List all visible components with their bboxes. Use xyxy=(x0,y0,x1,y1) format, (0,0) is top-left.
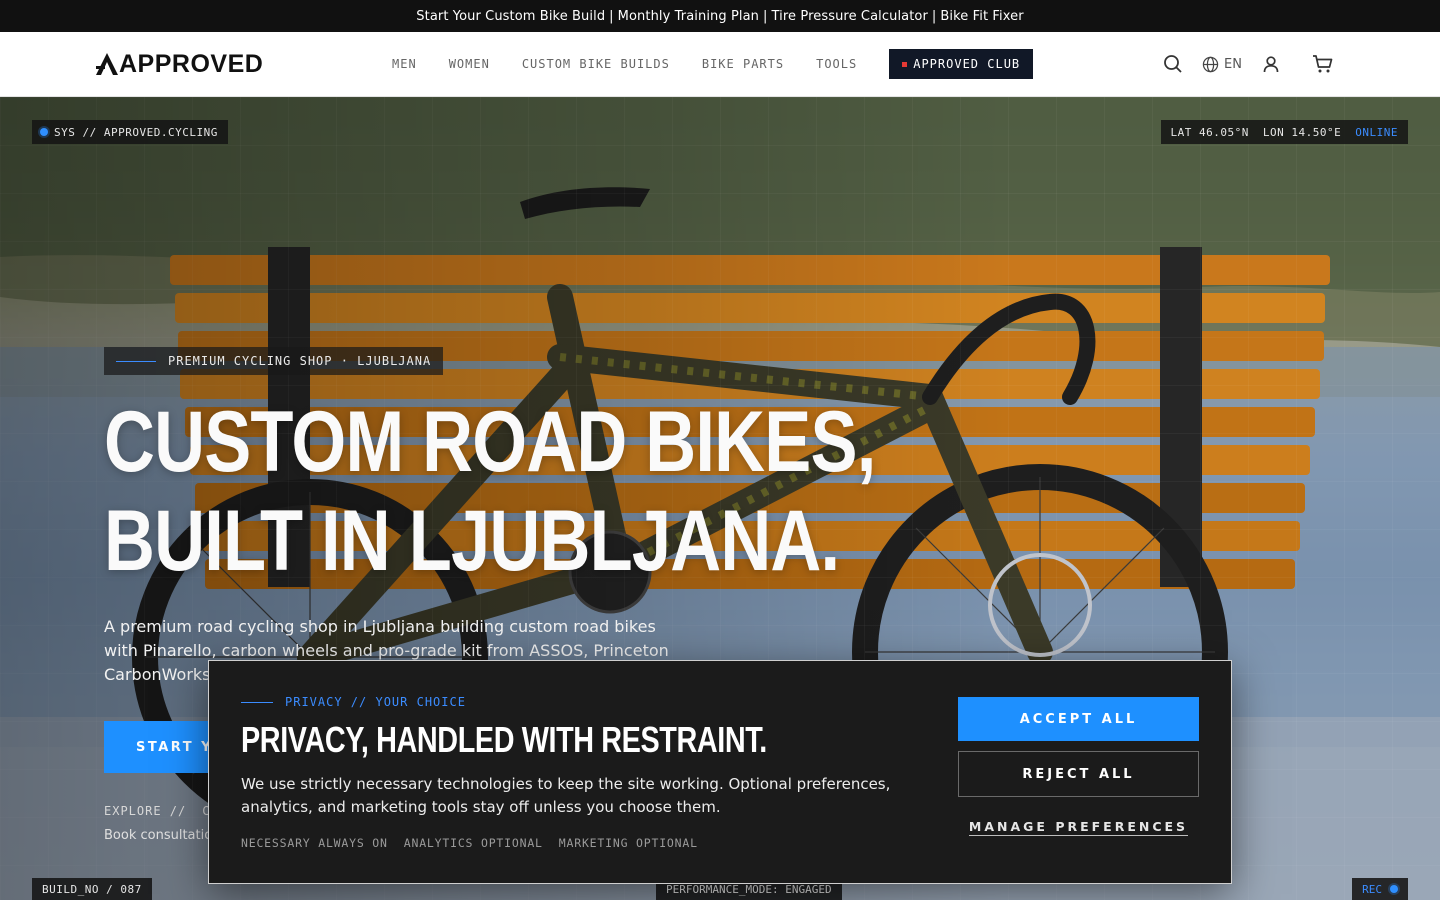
main-nav: MEN WOMEN CUSTOM BIKE BUILDS BIKE PARTS … xyxy=(392,32,1034,96)
announcement-separator: | xyxy=(763,8,768,24)
logo-mark-icon xyxy=(96,53,118,75)
hero-eyebrow: PREMIUM CYCLING SHOP · LJUBLJANA xyxy=(104,347,444,375)
system-label: SYS // APPROVED.CYCLING xyxy=(54,125,218,139)
logo[interactable]: APPROVED xyxy=(96,51,263,77)
cookie-eyebrow-line xyxy=(241,701,273,703)
eyebrow-line xyxy=(116,360,156,362)
geo-coordinates-chip: LAT 46.05°N LON 14.50°E ONLINE xyxy=(1160,120,1408,144)
nav-item-custom-bike-builds[interactable]: CUSTOM BIKE BUILDS xyxy=(522,57,670,71)
cookie-tag-analytics: ANALYTICS OPTIONAL xyxy=(403,836,543,850)
language-label: EN xyxy=(1224,56,1242,72)
rec-dot-icon xyxy=(1390,885,1398,893)
explore-links: EXPLORE // C xyxy=(104,804,210,818)
search-icon[interactable] xyxy=(1162,53,1184,75)
hero-eyebrow-text: PREMIUM CYCLING SHOP · LJUBLJANA xyxy=(168,354,432,368)
online-status: ONLINE xyxy=(1355,125,1398,139)
nav-item-men[interactable]: MEN xyxy=(392,57,417,71)
build-number-chip: BUILD_NO / 087 xyxy=(32,878,152,900)
cookie-tag-necessary: NECESSARY ALWAYS ON xyxy=(241,836,388,850)
nav-item-bike-parts[interactable]: BIKE PARTS xyxy=(702,57,784,71)
globe-icon xyxy=(1202,56,1219,72)
announcement-link-bike-fit[interactable]: Bike Fit Fixer xyxy=(939,9,1024,24)
cookie-consent-dialog: PRIVACY // YOUR CHOICE PRIVACY, HANDLED … xyxy=(208,660,1232,884)
cookie-tag-marketing: MARKETING OPTIONAL xyxy=(558,836,698,850)
system-status-chip: SYS // APPROVED.CYCLING xyxy=(32,120,228,144)
cookie-body: We use strictly necessary technologies t… xyxy=(241,775,891,816)
header-actions: EN xyxy=(1162,53,1334,75)
cookie-eyebrow: PRIVACY // YOUR CHOICE xyxy=(241,695,466,709)
longitude-label: LON 14.50°E xyxy=(1262,125,1342,139)
rec-label: REC xyxy=(1362,882,1382,896)
announcement-bar: Start Your Custom Bike Build | Monthly T… xyxy=(0,0,1440,32)
hero-title-line-2: BUILT IN LJUBLJANA. xyxy=(104,493,840,589)
nav-item-women[interactable]: WOMEN xyxy=(449,57,490,71)
hero-title: CUSTOM ROAD BIKES, BUILT IN LJUBLJANA. xyxy=(104,393,876,591)
latitude-label: LAT 46.05°N xyxy=(1170,125,1249,139)
manage-preferences-label: MANAGE PREFERENCES xyxy=(968,819,1189,836)
site-header: APPROVED MEN WOMEN CUSTOM BIKE BUILDS BI… xyxy=(0,32,1440,97)
explore-label: EXPLORE // xyxy=(104,804,187,818)
announcement-separator: | xyxy=(609,8,614,24)
reject-all-button[interactable]: REJECT ALL xyxy=(958,751,1199,797)
cookie-tags: NECESSARY ALWAYS ON ANALYTICS OPTIONAL M… xyxy=(241,836,698,850)
club-dot-icon xyxy=(902,61,908,67)
approved-club-label: APPROVED CLUB xyxy=(913,57,1021,71)
manage-preferences-button[interactable]: MANAGE PREFERENCES xyxy=(958,819,1199,836)
rec-indicator: REC xyxy=(1352,878,1408,900)
cookie-eyebrow-text: PRIVACY // YOUR CHOICE xyxy=(285,695,466,709)
nav-item-tools[interactable]: TOOLS xyxy=(816,57,857,71)
cookie-title: PRIVACY, HANDLED WITH RESTRAINT. xyxy=(241,719,767,760)
announcement-link-custom-build[interactable]: Start Your Custom Bike Build xyxy=(415,9,606,24)
announcement-link-tire-pressure[interactable]: Tire Pressure Calculator xyxy=(771,9,929,24)
cart-icon[interactable] xyxy=(1312,53,1334,75)
approved-club-button[interactable]: APPROVED CLUB xyxy=(889,49,1034,79)
book-consultation-link[interactable]: Book consultatio xyxy=(104,828,212,843)
status-dot-icon xyxy=(40,128,48,136)
logo-text: APPROVED xyxy=(119,49,264,78)
announcement-separator: | xyxy=(931,8,937,24)
language-selector[interactable]: EN xyxy=(1202,56,1242,73)
accept-all-button[interactable]: ACCEPT ALL xyxy=(958,697,1199,741)
user-icon[interactable] xyxy=(1260,53,1282,75)
hero-title-line-1: CUSTOM ROAD BIKES, xyxy=(104,394,876,490)
announcement-link-training-plan[interactable]: Monthly Training Plan xyxy=(617,9,760,24)
